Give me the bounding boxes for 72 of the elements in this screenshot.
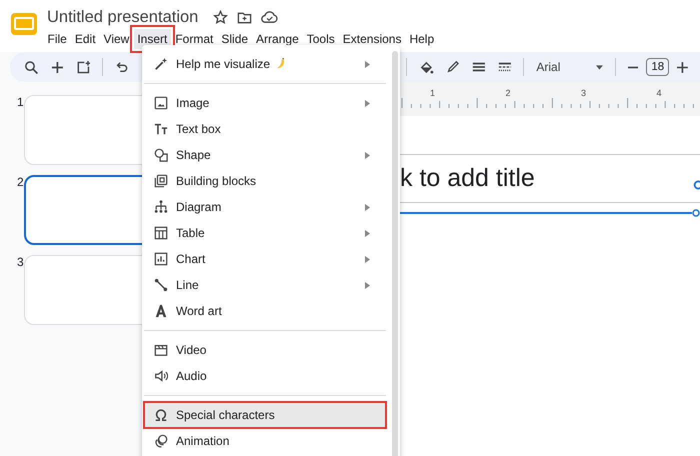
audio-icon [154, 369, 168, 383]
shape-icon [154, 148, 168, 162]
submenu-arrow-icon [365, 204, 370, 210]
menu-entry[interactable]: Format [172, 29, 217, 49]
menu-item[interactable]: Video [144, 337, 386, 363]
blocks-icon [154, 174, 168, 188]
image-icon [154, 96, 168, 110]
chart-icon [154, 252, 168, 266]
menu-item[interactable]: Line [144, 272, 386, 298]
submenu-arrow-icon [365, 282, 370, 288]
menu-item[interactable]: Text box [144, 116, 386, 142]
submenu-arrow-icon [365, 100, 370, 106]
menu-entry[interactable]: Tools [303, 29, 338, 49]
menu-item[interactable]: Chart [144, 246, 386, 272]
diagram-icon [154, 200, 168, 214]
ruler-number: 4 [656, 88, 662, 98]
ruler-number: 3 [581, 88, 586, 98]
document-title[interactable]: Untitled presentation [47, 8, 198, 26]
fill-color-icon[interactable] [419, 60, 434, 74]
slide-thumbnail[interactable] [24, 175, 142, 245]
line-icon [154, 278, 168, 292]
submenu-arrow-icon [365, 60, 370, 68]
plus-icon[interactable] [50, 60, 64, 74]
search-icon[interactable] [24, 60, 39, 74]
font-dropdown[interactable]: Arial [536, 60, 584, 74]
menu-item[interactable]: Help me visualize [144, 51, 386, 77]
animation-icon [154, 434, 168, 448]
slide-number: 3 [16, 255, 24, 269]
menu-entry[interactable]: Arrange [252, 29, 302, 49]
table-icon [154, 226, 168, 240]
slide-number: 2 [16, 175, 24, 189]
menu-entry[interactable]: File [44, 29, 70, 49]
scrollbar[interactable] [392, 51, 398, 456]
submenu-arrow-icon [365, 152, 370, 158]
ruler-number: 1 [430, 88, 436, 98]
submenu-arrow-icon [365, 230, 370, 236]
cloud-icon[interactable] [261, 10, 278, 24]
caret-icon[interactable] [596, 64, 603, 70]
selected-line[interactable] [400, 209, 700, 217]
textbox-icon [154, 122, 168, 136]
menu-item[interactable]: Table [144, 220, 386, 246]
new-slide-icon[interactable] [76, 60, 90, 74]
pen-icon[interactable] [446, 60, 460, 74]
font-size-field[interactable]: 18 [646, 58, 670, 76]
menu-entry[interactable]: Extensions [339, 29, 405, 49]
menu-item[interactable]: Word art [144, 298, 386, 324]
slide-number: 1 [16, 95, 24, 109]
wand-icon [154, 57, 168, 71]
star-icon[interactable] [213, 10, 228, 24]
video-icon [154, 343, 168, 357]
folder-icon[interactable] [237, 10, 252, 24]
menu-item[interactable]: Audio [144, 363, 386, 389]
selection-handle-icon[interactable] [691, 180, 700, 190]
plus-icon[interactable] [677, 62, 688, 72]
ruler-number: 2 [506, 88, 511, 98]
omega-icon [154, 408, 168, 422]
menu-entry[interactable]: View [100, 29, 133, 49]
menu-item[interactable]: Special characters [144, 402, 386, 428]
menu-item[interactable]: Image [144, 90, 386, 116]
menu-item[interactable]: Animation [144, 428, 386, 454]
menu-entry[interactable]: Edit [71, 29, 100, 49]
line-weight-icon[interactable] [472, 60, 486, 74]
menu-entry[interactable]: Slide [218, 29, 252, 49]
wordart-icon [154, 304, 168, 318]
undo-icon[interactable] [115, 60, 130, 74]
submenu-arrow-icon [365, 256, 370, 262]
menu-item[interactable]: Shape [144, 142, 386, 168]
menu-entry[interactable]: Help [406, 29, 438, 49]
menu-item[interactable]: Building blocks [144, 168, 386, 194]
menu-item[interactable]: Diagram [144, 194, 386, 220]
line-dash-icon[interactable] [498, 60, 512, 74]
banana-icon [274, 58, 286, 70]
